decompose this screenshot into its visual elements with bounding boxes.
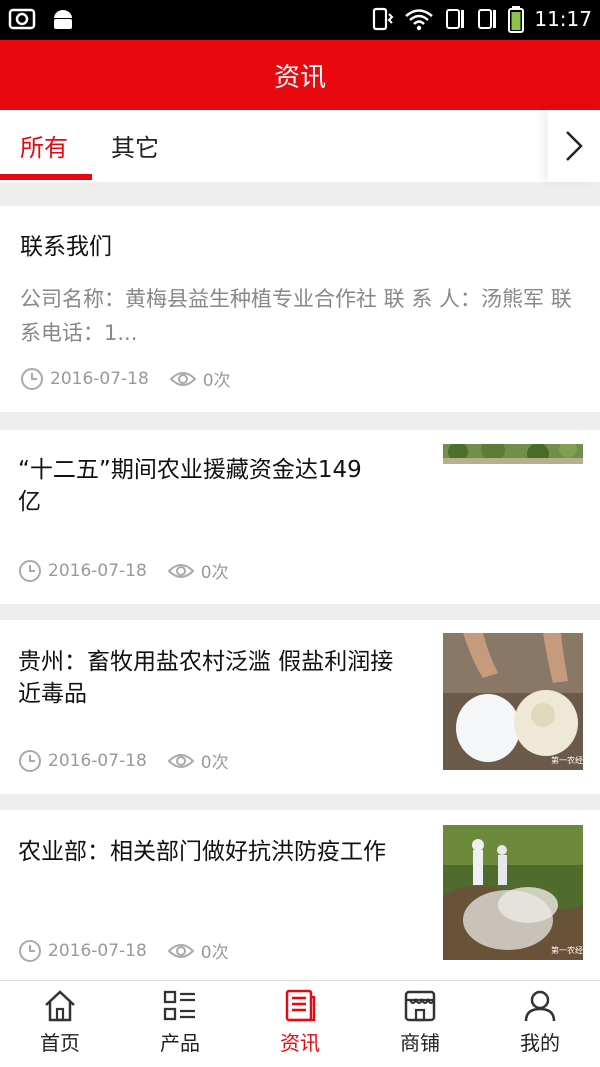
eye-icon: [169, 371, 197, 386]
article-title: “十二五”期间农业援藏资金达149亿: [18, 457, 362, 515]
article-meta: 2016-07-18 0次: [18, 558, 243, 583]
nav-news[interactable]: 资讯: [240, 989, 360, 1056]
article-views: 0次: [200, 753, 229, 773]
article-date: 2016-07-18: [48, 940, 147, 961]
sim-signal-2-icon: [478, 9, 497, 29]
tabs-more-button[interactable]: [548, 110, 600, 182]
article-meta: 2016-07-18 0次: [18, 938, 243, 963]
clock-icon: [19, 559, 41, 582]
bottom-nav: 首页 产品 资讯 商铺 我的: [0, 980, 600, 1067]
article-card[interactable]: “十二五”期间农业援藏资金达149亿 2016-07-18 0次: [0, 430, 600, 604]
wifi-icon: [405, 9, 434, 31]
nav-shop[interactable]: 商铺: [360, 989, 480, 1056]
article-title: 农业部：相关部门做好抗洪防疫工作: [18, 839, 386, 865]
article-date: 2016-07-18: [50, 368, 149, 389]
watermark-text: 第一农经: [551, 755, 583, 765]
active-tab-indicator: [0, 174, 92, 180]
article-thumbnail: 第一农经: [443, 825, 583, 960]
eye-icon: [167, 943, 195, 958]
title-bar: 资讯: [0, 40, 600, 110]
status-time: 11:17: [534, 7, 592, 31]
tab-all[interactable]: 所有: [20, 128, 68, 163]
news-icon: [285, 989, 316, 1022]
nav-home[interactable]: 首页: [0, 989, 120, 1056]
article-summary: 公司名称：黄梅县益生种植专业合作社 联 系 人：汤熊军 联系电话：1...: [20, 287, 572, 345]
clock-icon: [19, 939, 41, 962]
nav-home-label: 首页: [40, 1031, 80, 1055]
article-thumbnail: 第一农经: [443, 633, 583, 770]
article-thumbnail: [443, 444, 583, 464]
disinfection-image: 第一农经: [443, 825, 583, 960]
page-title: 资讯: [273, 62, 326, 93]
article-views: 0次: [202, 371, 231, 391]
watermark-text: 第一农经: [551, 945, 583, 955]
category-tabs: 所有 其它: [0, 110, 600, 182]
chevron-right-icon: [566, 131, 583, 161]
nav-news-label: 资讯: [280, 1031, 320, 1055]
nav-shop-label: 商铺: [400, 1031, 440, 1055]
article-title: 联系我们: [20, 234, 112, 260]
screenshot-icon: [8, 8, 36, 30]
article-views: 0次: [200, 563, 229, 583]
battery-icon: [508, 6, 525, 33]
status-bar: 11:17: [0, 0, 600, 40]
article-card[interactable]: 贵州：畜牧用盐农村泛滥 假盐利润接近毒品 第一农经 2016-07-18 0次: [0, 620, 600, 794]
grid-list-icon: [163, 990, 195, 1021]
article-title: 贵州：畜牧用盐农村泛滥 假盐利润接近毒品: [18, 649, 394, 707]
home-icon: [45, 990, 75, 1022]
eye-icon: [167, 563, 195, 578]
eye-icon: [167, 753, 195, 768]
salt-image: 第一农经: [443, 633, 583, 770]
shop-icon: [404, 990, 436, 1022]
clock-icon: [21, 367, 43, 390]
phone-vibrate-icon: [373, 7, 394, 31]
clock-icon: [19, 749, 41, 772]
article-meta: 2016-07-18 0次: [20, 366, 245, 391]
article-date: 2016-07-18: [48, 560, 147, 581]
trees-image: [443, 444, 583, 464]
sim-signal-icon: [446, 9, 465, 29]
nav-profile[interactable]: 我的: [480, 989, 600, 1056]
article-views: 0次: [200, 943, 229, 963]
article-card[interactable]: 农业部：相关部门做好抗洪防疫工作 第一农经 2016-07-18 0次: [0, 810, 600, 980]
nav-products[interactable]: 产品: [120, 989, 240, 1056]
nav-products-label: 产品: [160, 1031, 200, 1055]
tab-other[interactable]: 其它: [111, 128, 159, 163]
nav-profile-label: 我的: [520, 1031, 560, 1055]
article-meta: 2016-07-18 0次: [18, 748, 243, 773]
android-icon: [54, 10, 72, 29]
article-date: 2016-07-18: [48, 750, 147, 771]
user-icon: [524, 990, 556, 1022]
article-card[interactable]: 联系我们 公司名称：黄梅县益生种植专业合作社 联 系 人：汤熊军 联系电话：1.…: [0, 206, 600, 412]
